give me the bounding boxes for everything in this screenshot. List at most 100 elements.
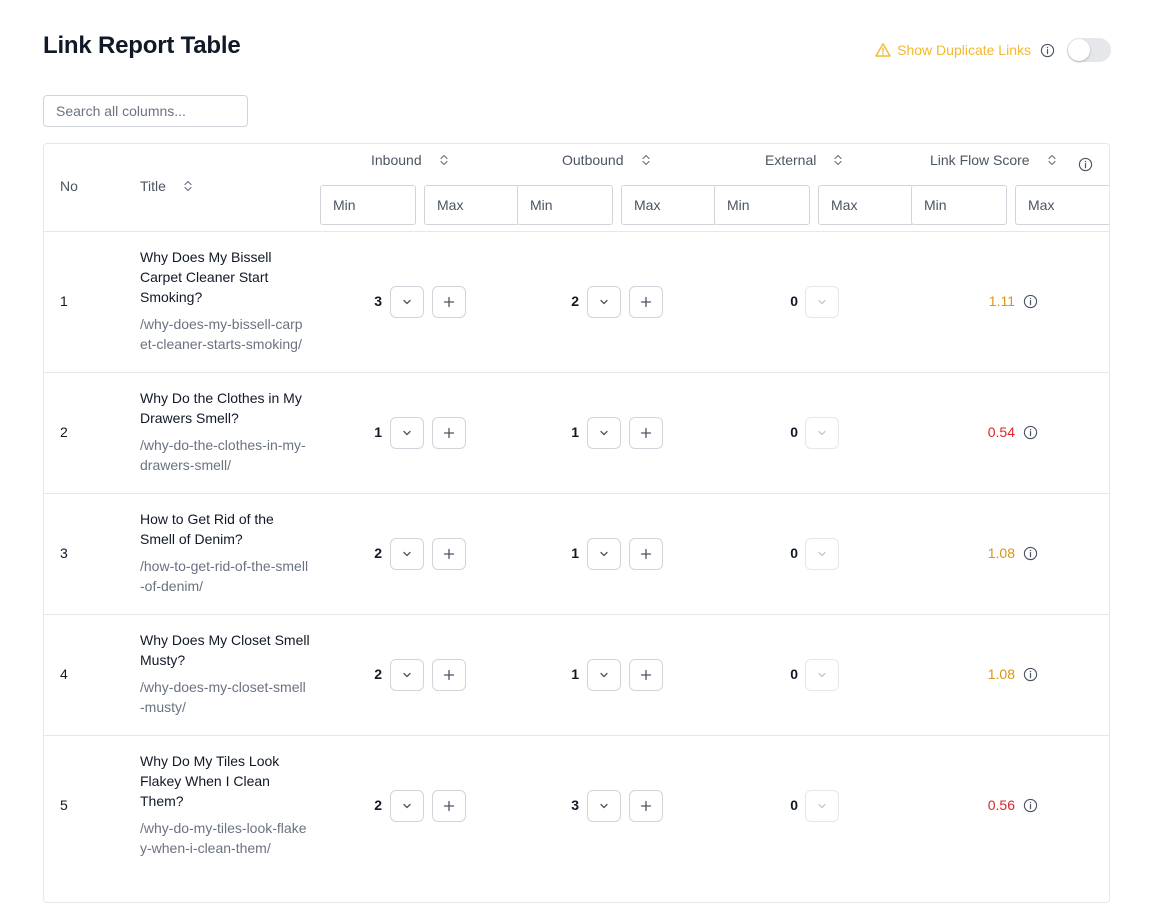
link-flow-score: 0.54 xyxy=(968,424,1038,440)
score-info-icon[interactable] xyxy=(1077,156,1093,172)
outbound-add-button[interactable] xyxy=(629,538,663,570)
inbound-add-button[interactable] xyxy=(432,790,466,822)
external-count: 0 xyxy=(790,545,798,561)
outbound-max-input[interactable] xyxy=(621,185,717,225)
post-title: Why Does My Closet Smell Musty? xyxy=(140,632,310,668)
external-max-input[interactable] xyxy=(818,185,914,225)
score-min-input[interactable] xyxy=(911,185,1007,225)
title-cell: Why Does My Closet Smell Musty? /why-doe… xyxy=(140,630,310,717)
column-header-score: Link Flow Score xyxy=(930,152,1060,168)
info-icon[interactable] xyxy=(1023,294,1038,309)
score-value: 1.08 xyxy=(987,545,1015,561)
row-number: 5 xyxy=(60,797,68,813)
chevron-down-icon xyxy=(818,672,826,678)
link-report-table: No Title Inbound Outbound External Link … xyxy=(43,143,1110,903)
info-icon[interactable] xyxy=(1023,667,1038,682)
inbound-add-button[interactable] xyxy=(432,417,466,449)
warning-icon xyxy=(875,43,891,57)
inbound-add-button[interactable] xyxy=(432,659,466,691)
table-row: 5 Why Do My Tiles Look Flakey When I Cle… xyxy=(44,736,1109,876)
table-row: 1 Why Does My Bissell Carpet Cleaner Sta… xyxy=(44,232,1109,373)
column-inbound-label: Inbound xyxy=(371,152,422,168)
column-header-no: No xyxy=(60,178,78,194)
chevron-down-icon xyxy=(818,551,826,557)
outbound-min-input[interactable] xyxy=(517,185,613,225)
outbound-expand-button[interactable] xyxy=(587,286,621,318)
chevron-down-icon xyxy=(600,299,608,305)
info-icon[interactable] xyxy=(1023,798,1038,813)
info-icon[interactable] xyxy=(1023,425,1038,440)
external-expand-button[interactable] xyxy=(805,790,839,822)
column-header-outbound: Outbound xyxy=(562,152,654,168)
search-input[interactable] xyxy=(43,95,248,127)
inbound-expand-button[interactable] xyxy=(390,417,424,449)
duplicate-links-toggle[interactable] xyxy=(1067,38,1111,62)
outbound-add-button[interactable] xyxy=(629,790,663,822)
inbound-count: 1 xyxy=(374,424,382,440)
plus-icon xyxy=(640,669,652,681)
inbound-expand-button[interactable] xyxy=(390,538,424,570)
title-cell: Why Do the Clothes in My Drawers Smell? … xyxy=(140,388,310,475)
column-outbound-label: Outbound xyxy=(562,152,624,168)
external-expand-button[interactable] xyxy=(805,286,839,318)
sort-inbound-icon[interactable] xyxy=(436,152,452,168)
outbound-expand-button[interactable] xyxy=(587,790,621,822)
outbound-count: 2 xyxy=(571,293,579,309)
outbound-add-button[interactable] xyxy=(629,417,663,449)
sort-score-icon[interactable] xyxy=(1044,152,1060,168)
external-count: 0 xyxy=(790,797,798,813)
post-title: Why Do My Tiles Look Flakey When I Clean… xyxy=(140,753,280,809)
outbound-count: 3 xyxy=(571,797,579,813)
title-cell: Why Does My Bissell Carpet Cleaner Start… xyxy=(140,247,310,354)
inbound-expand-button[interactable] xyxy=(390,659,424,691)
post-url[interactable]: /why-do-the-clothes-in-my-drawers-smell/ xyxy=(140,435,310,475)
sort-outbound-icon[interactable] xyxy=(638,152,654,168)
plus-icon xyxy=(640,800,652,812)
outbound-expand-button[interactable] xyxy=(587,659,621,691)
chevron-down-icon xyxy=(818,299,826,305)
external-count: 0 xyxy=(790,293,798,309)
sort-external-icon[interactable] xyxy=(830,152,846,168)
score-value: 0.54 xyxy=(987,424,1015,440)
score-max-input[interactable] xyxy=(1015,185,1109,225)
outbound-expand-button[interactable] xyxy=(587,538,621,570)
duplicate-links-control: Show Duplicate Links xyxy=(875,38,1111,62)
post-url[interactable]: /why-does-my-closet-smell-musty/ xyxy=(140,677,310,717)
plus-icon xyxy=(443,427,455,439)
post-url[interactable]: /why-do-my-tiles-look-flakey-when-i-clea… xyxy=(140,818,310,858)
outbound-add-button[interactable] xyxy=(629,659,663,691)
inbound-add-button[interactable] xyxy=(432,538,466,570)
external-expand-button[interactable] xyxy=(805,417,839,449)
link-flow-score: 1.11 xyxy=(968,293,1038,309)
info-icon[interactable] xyxy=(1039,42,1055,58)
external-count: 0 xyxy=(790,424,798,440)
outbound-add-button[interactable] xyxy=(629,286,663,318)
row-number: 3 xyxy=(60,545,68,561)
link-flow-score: 1.08 xyxy=(968,666,1038,682)
inbound-expand-button[interactable] xyxy=(390,286,424,318)
title-cell: How to Get Rid of the Smell of Denim? /h… xyxy=(140,509,310,596)
inbound-add-button[interactable] xyxy=(432,286,466,318)
inbound-max-input[interactable] xyxy=(424,185,520,225)
row-number: 4 xyxy=(60,666,68,682)
inbound-count: 2 xyxy=(374,545,382,561)
chevron-down-icon xyxy=(600,803,608,809)
column-title-label: Title xyxy=(140,178,166,194)
table-row: 3 How to Get Rid of the Smell of Denim? … xyxy=(44,494,1109,615)
inbound-min-input[interactable] xyxy=(320,185,416,225)
info-icon[interactable] xyxy=(1023,546,1038,561)
outbound-expand-button[interactable] xyxy=(587,417,621,449)
sort-title-icon[interactable] xyxy=(180,178,196,194)
external-expand-button[interactable] xyxy=(805,659,839,691)
chevron-down-icon xyxy=(600,430,608,436)
column-score-label: Link Flow Score xyxy=(930,152,1030,168)
chevron-down-icon xyxy=(403,803,411,809)
post-url[interactable]: /how-to-get-rid-of-the-smell-of-denim/ xyxy=(140,556,310,596)
plus-icon xyxy=(443,548,455,560)
plus-icon xyxy=(443,669,455,681)
external-expand-button[interactable] xyxy=(805,538,839,570)
post-url[interactable]: /why-does-my-bissell-carpet-cleaner-star… xyxy=(140,314,310,354)
show-duplicate-links-link[interactable]: Show Duplicate Links xyxy=(875,42,1031,58)
external-min-input[interactable] xyxy=(714,185,810,225)
inbound-expand-button[interactable] xyxy=(390,790,424,822)
